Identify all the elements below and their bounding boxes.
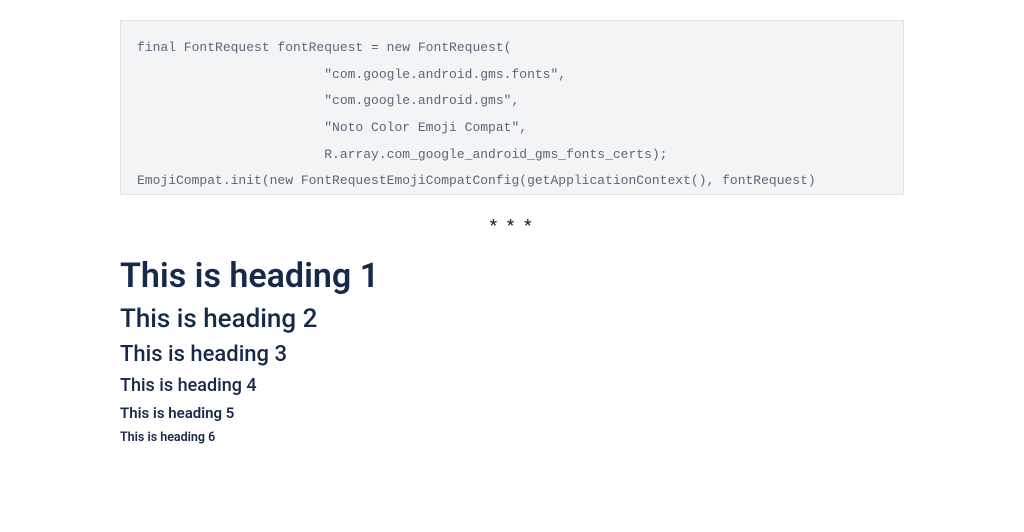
heading-5: This is heading 5 [120,404,904,422]
heading-2: This is heading 2 [120,304,904,334]
code-block[interactable]: final FontRequest fontRequest = new Font… [120,20,904,195]
section-divider: * * * [120,215,904,234]
code-line: final FontRequest fontRequest = new Font… [137,40,511,55]
code-line: "com.google.android.gms", [137,93,519,108]
heading-3: This is heading 3 [120,342,904,367]
heading-1: This is heading 1 [120,256,904,296]
heading-4: This is heading 4 [120,375,904,396]
code-line: EmojiCompat.init(new FontRequestEmojiCom… [137,173,816,188]
code-line: R.array.com_google_android_gms_fonts_cer… [137,147,668,162]
code-line: "Noto Color Emoji Compat", [137,120,527,135]
heading-6: This is heading 6 [120,430,904,445]
code-line: "com.google.android.gms.fonts", [137,67,566,82]
headings-section: This is heading 1 This is heading 2 This… [120,256,904,445]
